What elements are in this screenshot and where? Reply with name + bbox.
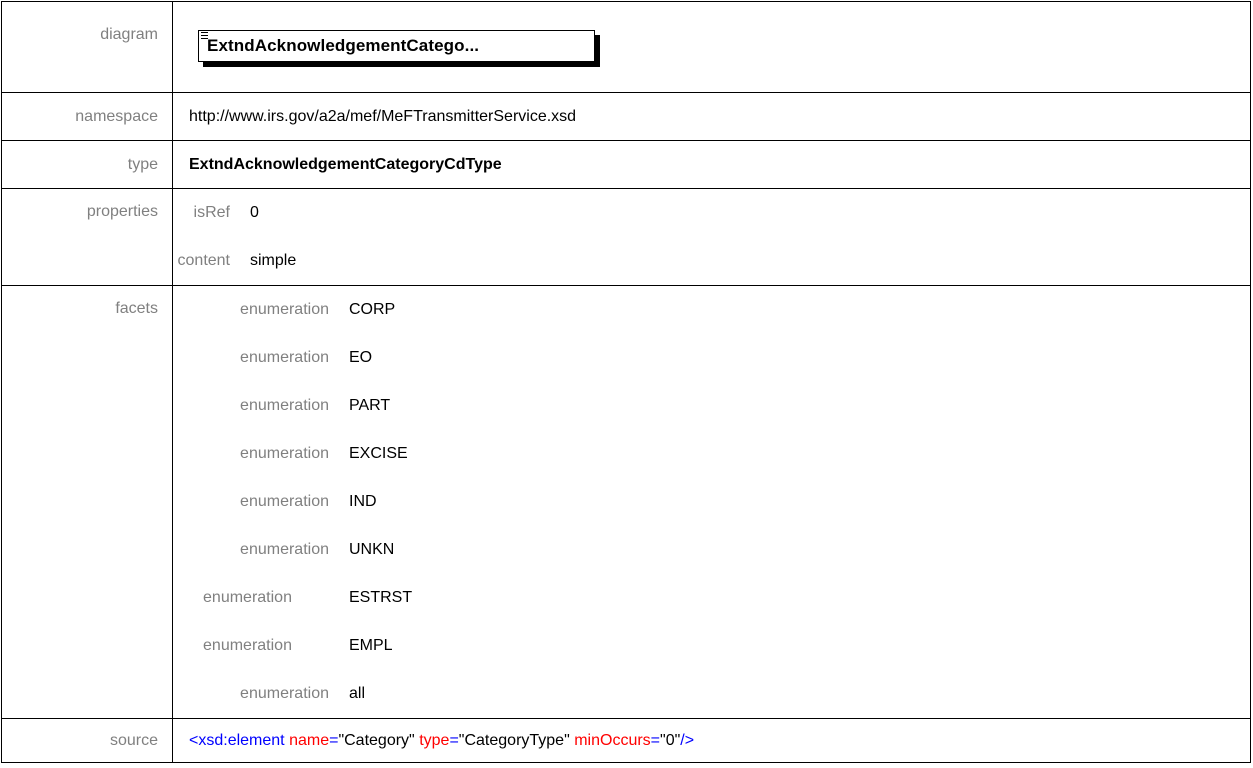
facets-cell: enumeration CORP enumeration EO enumerat…	[172, 285, 1251, 719]
facet-row: enumeration UNKN	[173, 526, 412, 574]
facet-key: enumeration	[240, 349, 329, 366]
type-link[interactable]: ExtndAcknowledgementCategoryCdType	[189, 156, 502, 173]
type-row: type ExtndAcknowledgementCategoryCdType	[1, 140, 1251, 189]
type-cell: ExtndAcknowledgementCategoryCdType	[172, 140, 1251, 189]
facet-key: enumeration	[240, 685, 329, 702]
facet-value: UNKN	[349, 541, 395, 558]
facets-label: facets	[1, 285, 173, 719]
source-open-tag: <xsd:element	[189, 732, 285, 749]
schema-doc-table: diagram ExtndAcknowledgementCatego... na…	[1, 1, 1251, 763]
facet-row: enumeration PART	[173, 382, 412, 430]
source-quote: "	[564, 732, 570, 749]
facet-row: enumeration all	[173, 670, 412, 718]
facet-row: enumeration EXCISE	[173, 430, 412, 478]
facet-row: enumeration ESTRST	[173, 574, 412, 622]
facet-value: CORP	[349, 301, 396, 318]
properties-table: isRef 0 content simple	[173, 189, 297, 285]
facet-row: enumeration EMPL	[173, 622, 412, 670]
facet-value: EMPL	[349, 637, 393, 654]
source-code: <xsd:element name="Category" type="Categ…	[172, 718, 1251, 763]
source-label: source	[1, 718, 173, 763]
diagram-cell: ExtndAcknowledgementCatego...	[172, 1, 1251, 93]
facet-value: EO	[349, 349, 373, 366]
source-attr-name: name	[289, 732, 330, 749]
diagram-label: diagram	[1, 1, 173, 93]
facet-value: IND	[349, 493, 377, 510]
source-attr-minoccurs: minOccurs	[574, 732, 651, 749]
facet-row: enumeration EO	[173, 334, 412, 382]
element-diagram[interactable]: ExtndAcknowledgementCatego...	[198, 30, 600, 67]
facet-key: enumeration	[203, 589, 292, 606]
property-value: simple	[250, 252, 297, 269]
facet-value: ESTRST	[349, 589, 413, 606]
property-value: 0	[250, 204, 259, 221]
facet-key: enumeration	[240, 541, 329, 558]
type-label: type	[1, 140, 173, 189]
facets-table: enumeration CORP enumeration EO enumerat…	[173, 286, 412, 718]
facet-key: enumeration	[240, 445, 329, 462]
facet-key: enumeration	[240, 301, 329, 318]
facet-key: enumeration	[240, 493, 329, 510]
property-row: isRef 0	[173, 189, 296, 237]
source-val-type: CategoryType	[464, 732, 565, 749]
source-row: source <xsd:element name="Category" type…	[1, 718, 1251, 763]
source-val-name: Category	[344, 732, 410, 749]
property-key: content	[177, 252, 230, 269]
facet-key: enumeration	[203, 637, 292, 654]
source-quote: "	[409, 732, 415, 749]
property-row: content simple	[173, 237, 297, 285]
property-key: isRef	[193, 204, 230, 221]
source-close-tag: />	[680, 732, 695, 749]
namespace-value: http://www.irs.gov/a2a/mef/MeFTransmitte…	[172, 92, 1251, 141]
properties-label: properties	[1, 188, 173, 286]
namespace-label: namespace	[1, 92, 173, 141]
facet-value: EXCISE	[349, 445, 408, 462]
source-eq: =	[449, 732, 459, 749]
source-eq: =	[650, 732, 661, 749]
properties-row: properties isRef 0 content simple	[1, 188, 1251, 286]
diagram-element-name: ExtndAcknowledgementCatego...	[207, 36, 480, 55]
facet-row: enumeration IND	[173, 478, 412, 526]
facet-value: PART	[349, 397, 391, 414]
facet-row: enumeration CORP	[173, 286, 412, 334]
namespace-row: namespace http://www.irs.gov/a2a/mef/MeF…	[1, 92, 1251, 141]
facet-value: all	[349, 685, 366, 702]
facets-row: facets enumeration CORP enumeration EO e…	[1, 285, 1251, 719]
diagram-row: diagram ExtndAcknowledgementCatego...	[1, 1, 1251, 93]
properties-cell: isRef 0 content simple	[172, 188, 1251, 286]
source-attr-type: type	[419, 732, 450, 749]
source-val-minoccurs: 0	[665, 732, 675, 749]
facet-key: enumeration	[240, 397, 329, 414]
